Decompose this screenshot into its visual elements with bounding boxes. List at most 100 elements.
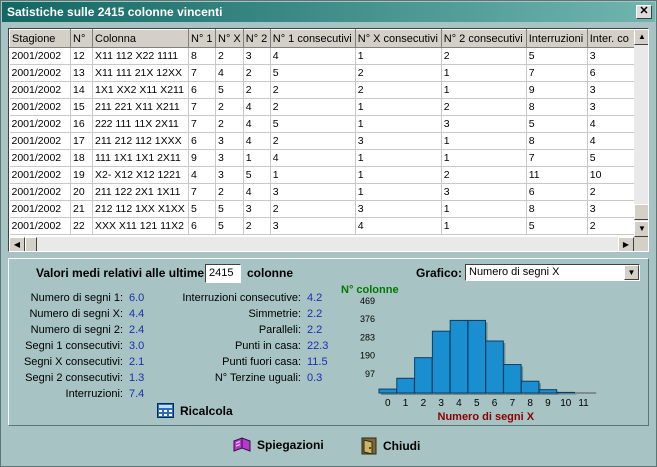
table-cell: 4 — [243, 132, 271, 150]
table-cell: 2 — [243, 64, 271, 82]
table-cell: 3 — [215, 166, 244, 184]
column-header[interactable]: N° — [70, 29, 93, 48]
column-header[interactable]: Inter. co — [586, 29, 636, 48]
table-cell: 3 — [243, 47, 271, 65]
grafico-label: Grafico: — [416, 266, 463, 280]
scroll-down-button[interactable]: ▼ — [634, 221, 648, 237]
table-cell: 3 — [587, 200, 636, 218]
column-header[interactable]: N° X consecutivi — [354, 29, 442, 48]
bar — [538, 389, 558, 394]
graph-type-select[interactable]: Numero di segni X ▼ — [465, 264, 640, 281]
chevron-down-icon[interactable]: ▼ — [624, 265, 639, 280]
table-row[interactable]: 2001/2002 15 211 221 X11 X211 7 2 4 2 1 2 8 3 — [9, 98, 636, 116]
column-header[interactable]: N° 1 consecutivi — [269, 29, 356, 48]
table-cell: 18 — [70, 149, 93, 167]
table-cell: 3 — [270, 217, 356, 235]
ricalcola-button[interactable]: Ricalcola — [157, 403, 233, 418]
stat-value: 6.0 — [129, 292, 145, 304]
column-header[interactable]: N° 1 — [188, 29, 216, 48]
stat-value: 7.4 — [129, 388, 145, 400]
table-cell: 7 — [188, 98, 216, 116]
bar-chart: N° colonne971902833764690 1 2 3 4 5 6 7 8 9 10 11Nu… — [341, 284, 597, 423]
table-cell: 3 — [215, 149, 244, 167]
y-tick-label: 190 — [360, 351, 375, 361]
close-button[interactable]: ✕ — [636, 5, 652, 19]
bar — [378, 388, 397, 394]
column-header[interactable]: N° 2 — [242, 29, 271, 48]
table-cell: 4 — [188, 166, 216, 184]
x-tick-label: 9 — [545, 398, 551, 409]
table-row[interactable]: 2001/2002 22 XXX X11 121 11X2 6 5 2 3 4 1 5 2 — [9, 217, 636, 235]
table-row[interactable]: 2001/2002 16 222 111 11X 2X11 7 2 4 5 1 3 5 4 — [9, 115, 636, 133]
stat-label: Interruzioni consecutive: — [182, 292, 301, 304]
x-tick-label: 4 — [456, 398, 462, 409]
columns-grid[interactable]: Stagione N° Colonna N° 1 N° X N° 2 N° 1 consec… — [8, 28, 649, 252]
bar — [414, 357, 433, 394]
horizontal-scroll-thumb[interactable] — [25, 237, 37, 251]
table-cell: 2001/2002 — [9, 47, 71, 65]
x-tick-label: 5 — [474, 398, 480, 409]
stat-label: Segni X consecutivi: — [23, 356, 123, 368]
window-title: Satistiche sulle 2415 colonne vincenti — [7, 5, 223, 19]
table-cell: 5 — [215, 217, 244, 235]
column-header[interactable]: N° 2 consecutivi — [440, 29, 527, 48]
column-count-input[interactable]: 2415 — [205, 264, 241, 283]
data-table: Stagione N° Colonna N° 1 N° X N° 2 N° 1 consec… — [9, 29, 636, 235]
table-row[interactable]: 2001/2002 21 212 112 1XX X1XX 5 5 3 2 3 1 8 3 — [9, 200, 636, 218]
scroll-right-button[interactable]: ▶ — [618, 237, 634, 251]
x-tick-label: 1 — [403, 398, 409, 409]
table-cell: 19 — [70, 166, 93, 184]
stat-value: 2.2 — [307, 308, 323, 320]
vertical-scroll-thumb[interactable] — [634, 204, 648, 220]
chiudi-button[interactable]: Chiudi — [361, 437, 420, 455]
column-header[interactable]: Stagione — [9, 29, 71, 48]
table-row[interactable]: 2001/2002 17 211 212 112 1XXX 6 3 4 2 3 1 8 4 — [9, 132, 636, 150]
scroll-up-button[interactable]: ▲ — [634, 29, 648, 45]
table-cell: 1 — [243, 149, 271, 167]
spiegazioni-label: Spiegazioni — [257, 438, 324, 452]
table-cell: X11 111 21X 12XX — [92, 64, 189, 82]
x-tick-label: 6 — [492, 398, 498, 409]
chart-xlabel: Numero di segni X — [438, 411, 535, 423]
x-tick-label: 7 — [510, 398, 516, 409]
column-header[interactable]: Colonna — [92, 29, 189, 48]
stat-value: 2.2 — [307, 324, 323, 336]
column-header[interactable]: N° X — [215, 29, 244, 48]
table-cell: 2 — [243, 81, 271, 99]
table-cell: 3 — [441, 183, 527, 201]
table-row[interactable]: 2001/2002 13 X11 111 21X 12XX 7 4 2 5 2 1 7 6 — [9, 64, 636, 82]
table-row[interactable]: 2001/2002 12 X11 112 X22 1111 8 2 3 4 1 2 5 3 — [9, 47, 636, 65]
table-cell: X11 112 X22 1111 — [92, 47, 189, 65]
table-cell: 3 — [355, 132, 442, 150]
table-row[interactable]: 2001/2002 14 1X1 XX2 X11 X211 6 5 2 2 2 1 9 3 — [9, 81, 636, 99]
column-header[interactable]: Interruzioni — [525, 29, 588, 48]
stat-value: 2.4 — [129, 324, 145, 336]
scroll-left-button[interactable]: ◀ — [9, 237, 25, 251]
table-row[interactable]: 2001/2002 20 211 122 2X1 1X11 7 2 4 3 1 3 6 2 — [9, 183, 636, 201]
bar — [396, 377, 415, 394]
title-bar: Satistiche sulle 2415 colonne vincenti ✕ — [2, 2, 655, 22]
y-tick-label: 97 — [365, 369, 375, 379]
stat-label: Punti fuori casa: — [222, 356, 301, 368]
table-cell: 3 — [243, 200, 271, 218]
stat-label: Punti in casa: — [234, 340, 301, 352]
table-cell: 8 — [526, 98, 588, 116]
table-cell: 9 — [526, 81, 588, 99]
vertical-scrollbar[interactable]: ▲ ▼ — [634, 29, 648, 237]
table-row[interactable]: 2001/2002 19 X2- X12 X12 1221 4 3 5 1 1 2 11 10 — [9, 166, 636, 184]
spiegazioni-button[interactable]: Spiegazioni — [233, 437, 324, 453]
table-cell: 4 — [243, 115, 271, 133]
table-row[interactable]: 2001/2002 18 111 1X1 1X1 2X11 9 3 1 4 1 1 7 5 — [9, 149, 636, 167]
bar — [503, 364, 522, 394]
table-cell: 211 122 2X1 1X11 — [92, 183, 189, 201]
table-cell: 2001/2002 — [9, 132, 71, 150]
bar — [431, 330, 451, 394]
horizontal-scrollbar[interactable]: ◀ ▶ — [9, 237, 634, 251]
bar — [449, 319, 469, 394]
averages-prefix: Valori medi relativi alle ultime — [36, 266, 205, 280]
table-cell: 5 — [215, 81, 244, 99]
stat-label: Numero di segni 2: — [30, 324, 123, 336]
x-tick-label: 10 — [560, 398, 572, 409]
table-cell: 1 — [355, 115, 442, 133]
table-cell: 4 — [215, 64, 244, 82]
